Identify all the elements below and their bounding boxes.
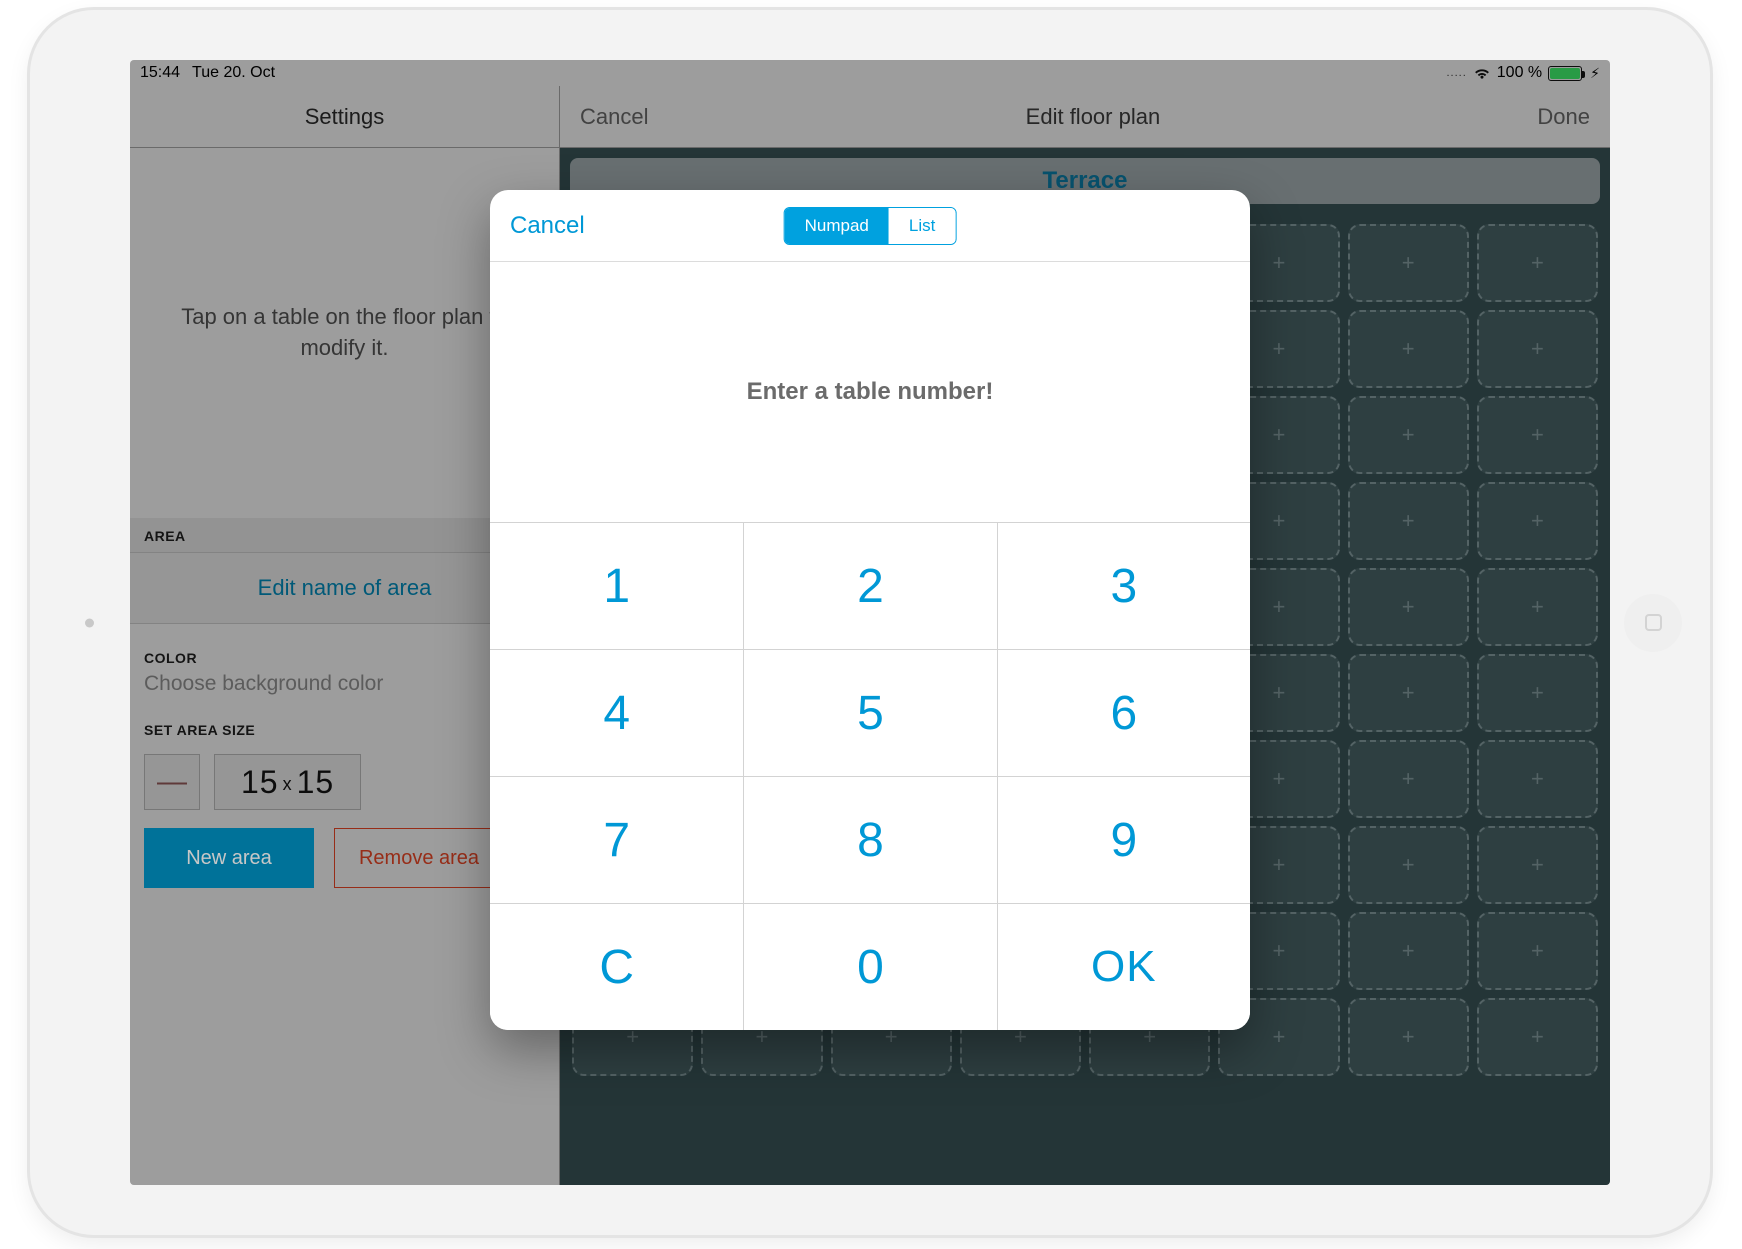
floor-cell[interactable]: + — [1348, 654, 1469, 732]
floor-cell[interactable]: + — [1348, 224, 1469, 302]
floor-cell[interactable]: + — [1348, 482, 1469, 560]
stage: 15:44 Tue 20. Oct ..... 100 % ⚡︎ Setting… — [0, 0, 1742, 1249]
numpad-3[interactable]: 3 — [997, 522, 1250, 649]
floor-cell[interactable]: + — [1477, 654, 1598, 732]
floor-cell[interactable]: + — [1348, 396, 1469, 474]
numpad-8[interactable]: 8 — [743, 776, 996, 903]
modal-header: Cancel Numpad List — [490, 190, 1250, 262]
numpad-0[interactable]: 0 — [743, 903, 996, 1030]
numpad-6[interactable]: 6 — [997, 649, 1250, 776]
battery-icon — [1548, 66, 1582, 81]
remove-area-button[interactable]: Remove area — [334, 828, 504, 888]
size-separator: x — [279, 774, 297, 795]
floor-cell[interactable]: + — [1477, 826, 1598, 904]
floor-cell[interactable]: + — [1348, 568, 1469, 646]
numpad-1[interactable]: 1 — [490, 522, 743, 649]
status-bar: 15:44 Tue 20. Oct ..... 100 % ⚡︎ — [130, 60, 1610, 86]
table-number-modal: Cancel Numpad List Enter a table number!… — [490, 190, 1250, 1030]
size-height: 15 — [297, 764, 335, 801]
numpad-clear[interactable]: C — [490, 903, 743, 1030]
floor-cell[interactable]: + — [1477, 740, 1598, 818]
status-time: 15:44 — [140, 64, 180, 82]
modal-cancel-button[interactable]: Cancel — [510, 212, 585, 240]
battery-percent: 100 % — [1497, 64, 1542, 82]
numpad-ok[interactable]: OK — [997, 903, 1250, 1030]
input-mode-segmented: Numpad List — [784, 207, 957, 245]
floor-cell[interactable]: + — [1348, 912, 1469, 990]
size-value[interactable]: 15 x 15 — [214, 754, 361, 810]
numpad: 1 2 3 4 5 6 7 8 9 C 0 OK — [490, 522, 1250, 1030]
settings-title: Settings — [130, 86, 560, 147]
segment-numpad[interactable]: Numpad — [785, 208, 889, 244]
numpad-2[interactable]: 2 — [743, 522, 996, 649]
size-width: 15 — [241, 764, 279, 801]
floor-cell[interactable]: + — [1348, 740, 1469, 818]
floor-cell[interactable]: + — [1348, 998, 1469, 1076]
header-cancel-button[interactable]: Cancel — [580, 104, 648, 130]
signal-dots-icon: ..... — [1447, 67, 1467, 79]
ipad-frame: 15:44 Tue 20. Oct ..... 100 % ⚡︎ Setting… — [30, 10, 1710, 1235]
home-button[interactable] — [1624, 594, 1682, 652]
segment-list[interactable]: List — [889, 208, 955, 244]
numpad-7[interactable]: 7 — [490, 776, 743, 903]
floor-cell[interactable]: + — [1477, 568, 1598, 646]
header-done-button[interactable]: Done — [1537, 104, 1590, 130]
modal-prompt: Enter a table number! — [490, 262, 1250, 522]
numpad-9[interactable]: 9 — [997, 776, 1250, 903]
floor-cell[interactable]: + — [1477, 224, 1598, 302]
floor-cell[interactable]: + — [1477, 998, 1598, 1076]
status-date: Tue 20. Oct — [192, 64, 275, 82]
charging-icon: ⚡︎ — [1590, 65, 1600, 82]
page-title: Edit floor plan — [648, 104, 1537, 130]
new-area-button[interactable]: New area — [144, 828, 314, 888]
floor-cell[interactable]: + — [1348, 826, 1469, 904]
floor-cell[interactable]: + — [1348, 310, 1469, 388]
floor-cell[interactable]: + — [1477, 310, 1598, 388]
numpad-5[interactable]: 5 — [743, 649, 996, 776]
floor-cell[interactable]: + — [1477, 482, 1598, 560]
camera-dot — [85, 618, 94, 627]
decrease-size-button[interactable]: — — [144, 754, 200, 810]
numpad-4[interactable]: 4 — [490, 649, 743, 776]
floor-cell[interactable]: + — [1477, 912, 1598, 990]
screen: 15:44 Tue 20. Oct ..... 100 % ⚡︎ Setting… — [130, 60, 1610, 1185]
wifi-icon — [1473, 66, 1491, 80]
app-header: Settings Cancel Edit floor plan Done — [130, 86, 1610, 148]
floor-cell[interactable]: + — [1477, 396, 1598, 474]
